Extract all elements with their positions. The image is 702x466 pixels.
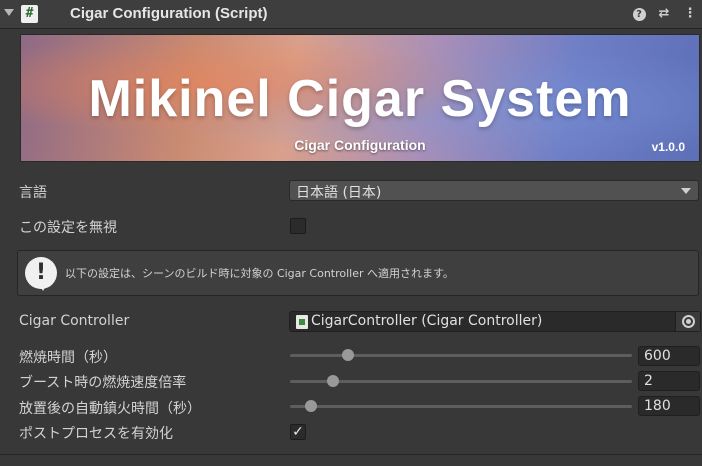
presets-icon[interactable]: ⇄	[656, 5, 672, 23]
cigar-controller-value: CigarController (Cigar Controller)	[311, 313, 543, 329]
help-icon: ?	[632, 8, 646, 21]
banner-image: Mikinel Cigar System Cigar Configuration…	[20, 34, 700, 162]
script-asset-icon	[296, 315, 308, 329]
language-label: 言語	[19, 185, 47, 201]
auto-extinguish-slider-thumb[interactable]	[304, 400, 317, 412]
banner-title: Mikinel Cigar System	[88, 70, 632, 128]
script-icon: #	[21, 5, 38, 23]
language-dropdown-value: 日本語 (日本)	[296, 185, 382, 201]
cigar-controller-label: Cigar Controller	[19, 313, 130, 329]
help-box-text: 以下の設定は、シーンのビルド時に対象の Cigar Controller へ適用…	[65, 267, 454, 280]
target-icon	[682, 315, 695, 328]
boost-rate-label: ブースト時の燃焼速度倍率	[19, 375, 187, 391]
boost-rate-slider[interactable]	[290, 375, 632, 387]
component-title: Cigar Configuration (Script)	[70, 5, 268, 22]
burn-time-slider[interactable]	[290, 349, 632, 361]
post-process-label: ポストプロセスを有効化	[19, 426, 173, 442]
component-header: # Cigar Configuration (Script) ? ⇄ ⋮	[0, 0, 702, 29]
banner-version: v1.0.0	[651, 140, 685, 154]
boost-rate-input[interactable]: 2	[638, 371, 700, 391]
post-process-checkbox[interactable]: ✓	[290, 424, 306, 440]
help-button[interactable]: ?	[631, 5, 647, 23]
auto-extinguish-input[interactable]: 180	[638, 396, 700, 416]
auto-extinguish-label: 放置後の自動鎮火時間（秒）	[19, 401, 201, 417]
help-box: ! 以下の設定は、シーンのビルド時に対象の Cigar Controller へ…	[17, 250, 699, 296]
boost-rate-slider-thumb[interactable]	[326, 375, 339, 387]
burn-time-input[interactable]: 600	[638, 346, 700, 366]
banner-subtitle: Cigar Configuration	[294, 137, 426, 153]
divider	[0, 454, 702, 455]
context-menu-icon[interactable]: ⋮	[682, 5, 698, 23]
ignore-settings-label: この設定を無視	[19, 220, 117, 236]
object-picker-button[interactable]	[675, 312, 700, 331]
ignore-settings-checkbox[interactable]	[290, 218, 306, 234]
language-dropdown[interactable]: 日本語 (日本)	[289, 180, 699, 201]
auto-extinguish-slider[interactable]	[290, 400, 632, 412]
burn-time-slider-thumb[interactable]	[342, 349, 355, 361]
burn-time-label: 燃焼時間（秒）	[19, 350, 117, 366]
cigar-controller-field[interactable]: CigarController (Cigar Controller)	[289, 311, 701, 332]
foldout-arrow-icon[interactable]	[4, 9, 14, 16]
dropdown-arrow-icon	[681, 188, 691, 194]
info-exclamation-icon: !	[25, 257, 57, 291]
